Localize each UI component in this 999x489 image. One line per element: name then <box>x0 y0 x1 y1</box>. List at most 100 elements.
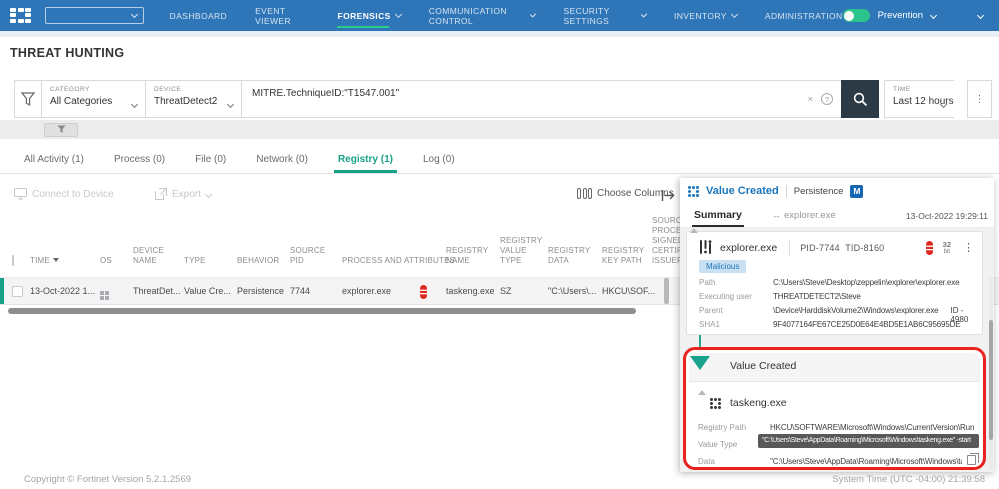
tab-all-activity[interactable]: All Activity (1) <box>24 154 84 173</box>
collapse-card-icon[interactable] <box>698 390 706 395</box>
chevron-down-icon <box>395 11 402 18</box>
nav-forensics[interactable]: FORENSICS <box>337 0 400 31</box>
detail-row-path: PathC:\Users\Steve\Desktop\zeppelin\expl… <box>699 278 976 287</box>
filter-more-button[interactable]: ⋮ <box>967 80 992 118</box>
choose-columns-button[interactable]: Choose Columns <box>577 188 674 199</box>
filter-funnel-button[interactable] <box>14 80 41 118</box>
footer-copyright: Copyright © Fortinet Version 5.2.1.2569 <box>24 474 191 485</box>
col-registry-name[interactable]: REGISTRY NAME <box>446 246 492 266</box>
timeline-arrow-icon <box>690 356 710 370</box>
panel-tab-summary[interactable]: Summary <box>694 209 742 221</box>
registry-icon <box>710 398 721 409</box>
query-actions: × ? <box>808 81 841 117</box>
event-detail-panel: Value Created Persistence M Summary ↔exp… <box>680 178 994 472</box>
nav-administration-label: ADMINISTRATION <box>765 11 843 21</box>
chevron-down-icon[interactable] <box>930 12 937 19</box>
panel-title: Value Created <box>706 185 779 197</box>
top-nav: DASHBOARD EVENT VIEWER FORENSICS COMMUNI… <box>0 0 999 31</box>
cell-type: Value Cre... <box>184 286 231 296</box>
time-label: TIME <box>893 86 946 93</box>
category-select[interactable]: CATEGORY All Categories <box>41 80 145 118</box>
detail-row-sha1: SHA19F4077164FE67CE25D0E64E4BD5E1AB6C956… <box>699 320 976 329</box>
connect-to-device-button[interactable]: Connect to Device <box>14 188 114 200</box>
registry-entry-row: taskeng.exe <box>710 397 787 409</box>
nav-security-settings[interactable]: SECURITY SETTINGS <box>564 0 646 31</box>
select-all-checkbox[interactable] <box>12 255 14 266</box>
nav-communication-control-label: COMMUNICATION CONTROL <box>429 6 527 26</box>
cell-value-type: SZ <box>500 286 512 296</box>
nav-event-viewer[interactable]: EVENT VIEWER <box>255 0 309 31</box>
col-behavior[interactable]: BEHAVIOR <box>237 256 287 266</box>
tab-registry[interactable]: Registry (1) <box>338 154 393 173</box>
nav-inventory[interactable]: INVENTORY <box>674 0 737 31</box>
footer-system-time: System Time (UTC -04:00) 21:39:58 <box>832 474 985 485</box>
chevron-down-icon <box>131 11 138 18</box>
main-menu: DASHBOARD EVENT VIEWER FORENSICS COMMUNI… <box>170 0 843 31</box>
cell-process: explorer.exe <box>342 286 391 296</box>
table-vertical-scrollbar[interactable] <box>664 278 669 304</box>
connect-to-device-label: Connect to Device <box>32 189 114 200</box>
nav-communication-control[interactable]: COMMUNICATION CONTROL <box>429 0 536 31</box>
col-registry-data[interactable]: REGISTRY DATA <box>548 246 592 266</box>
threat-hunting-screen: DASHBOARD EVENT VIEWER FORENSICS COMMUNI… <box>0 0 999 489</box>
funnel-icon <box>21 92 35 107</box>
collapse-card-icon[interactable] <box>690 228 698 233</box>
user-menu-chevron-icon[interactable] <box>977 12 984 19</box>
device-label: DEVICE <box>154 86 233 93</box>
sort-desc-icon <box>53 258 59 262</box>
category-value: All Categories <box>50 96 137 107</box>
col-process-attributes[interactable]: PROCESS AND ATTRIBUTES <box>342 256 462 266</box>
horizontal-scrollbar[interactable] <box>8 308 636 314</box>
highlight-annotation: Value Created taskeng.exe Registry PathH… <box>683 347 986 470</box>
malicious-pill-icon <box>926 241 933 255</box>
panel-header: Value Created Persistence M <box>680 178 994 204</box>
nav-dashboard-label: DASHBOARD <box>170 11 227 21</box>
prevention-toggle[interactable] <box>843 9 870 22</box>
cell-registry-data: "C:\Users\... <box>548 286 596 296</box>
col-source-pid[interactable]: SOURCE PID <box>290 246 330 266</box>
search-button[interactable] <box>841 80 879 118</box>
nav-administration[interactable]: ADMINISTRATION <box>765 0 843 31</box>
query-box: MITRE.TechniqueID:"T1547.001" × ? <box>241 80 841 118</box>
clear-query-icon[interactable]: × <box>808 94 813 104</box>
export-button[interactable]: Export <box>155 188 211 200</box>
filter-bar: CATEGORY All Categories DEVICE ThreatDet… <box>14 80 992 118</box>
monitor-icon <box>14 188 27 200</box>
cell-behavior: Persistence <box>237 286 284 296</box>
col-registry-value-type[interactable]: REGISTRY VALUE TYPE <box>500 236 542 266</box>
saved-filter-button[interactable] <box>44 123 78 137</box>
tab-file[interactable]: File (0) <box>195 154 226 173</box>
time-range-select[interactable]: TIME Last 12 hours <box>884 80 954 118</box>
panel-tab-process[interactable]: ↔explorer.exe <box>772 210 836 221</box>
cell-time: 13-Oct-2022 1... <box>30 286 95 296</box>
detail-row-data: Data"C:\Users\Steve\AppData\Roaming\Micr… <box>698 457 977 466</box>
help-icon[interactable]: ? <box>821 93 833 105</box>
pid-tid: PID-7744 TID-8160 <box>800 243 884 253</box>
row-checkbox[interactable] <box>12 286 23 297</box>
category-label: CATEGORY <box>50 86 137 93</box>
collapse-panel-icon[interactable] <box>661 190 675 201</box>
org-selector[interactable] <box>45 7 144 24</box>
col-time[interactable]: TIME <box>30 256 59 266</box>
col-type[interactable]: TYPE <box>184 256 224 266</box>
tab-process[interactable]: Process (0) <box>114 154 165 173</box>
query-input[interactable]: MITRE.TechniqueID:"T1547.001" <box>242 81 808 117</box>
device-select[interactable]: DEVICE ThreatDetect2 <box>145 80 241 118</box>
mitre-badge: M <box>850 185 863 198</box>
nav-dashboard[interactable]: DASHBOARD <box>170 0 227 31</box>
col-os[interactable]: OS <box>100 256 112 266</box>
tab-network[interactable]: Network (0) <box>256 154 308 173</box>
registry-entry-name: taskeng.exe <box>730 397 787 409</box>
panel-scrollbar[interactable] <box>989 320 993 440</box>
col-device-name[interactable]: DEVICE NAME <box>133 246 179 266</box>
tab-log[interactable]: Log (0) <box>423 154 455 173</box>
event-timestamp: 13-Oct-2022 19:29:11 <box>906 211 988 221</box>
detail-row-registry-path: Registry PathHKCU\SOFTWARE\Microsoft\Win… <box>698 423 977 432</box>
process-row: explorer.exe PID-7744 TID-8160 32bit ⋮ <box>699 240 974 256</box>
kebab-menu-icon[interactable]: ⋮ <box>963 243 974 253</box>
windows-os-icon <box>100 287 109 300</box>
copy-icon[interactable] <box>967 455 976 465</box>
col-registry-key-path[interactable]: REGISTRY KEY PATH <box>602 246 646 266</box>
nav-substrip <box>0 31 999 37</box>
page-title: THREAT HUNTING <box>10 46 124 60</box>
